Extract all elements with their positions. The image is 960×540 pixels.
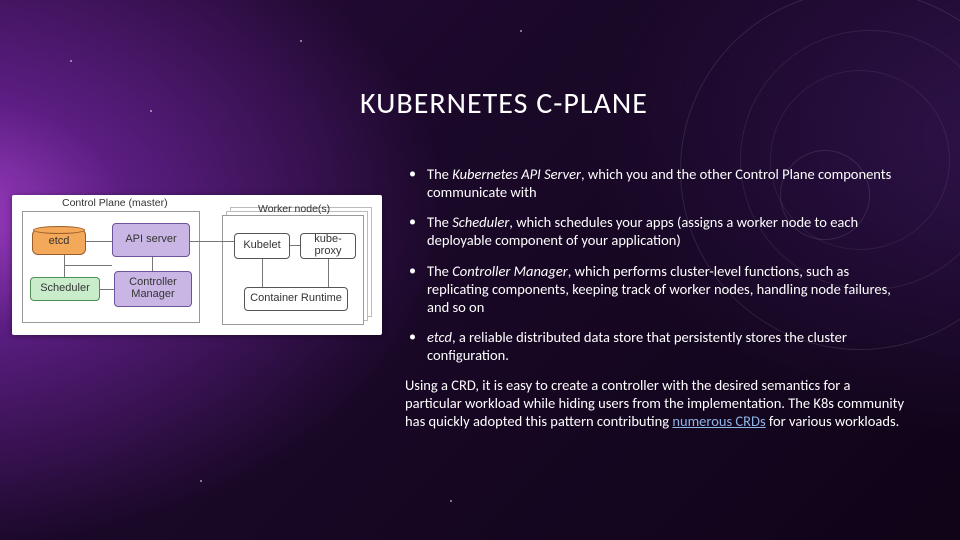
scheduler-label: Scheduler (40, 283, 90, 295)
api-server-label: API server (125, 234, 176, 246)
connector-line (152, 257, 153, 271)
decor-star (150, 110, 152, 112)
bullet-item: The Scheduler, which schedules your apps… (405, 213, 910, 249)
decor-star (70, 60, 72, 62)
container-runtime-box: Container Runtime (244, 287, 348, 311)
control-plane-label: Control Plane (master) (62, 197, 168, 209)
footnote-paragraph: Using a CRD, it is easy to create a cont… (405, 376, 910, 430)
etcd-box: etcd (32, 229, 86, 255)
connector-line (262, 259, 263, 287)
connector-line (86, 241, 112, 242)
bullet-rest: , a reliable distributed data store that… (427, 328, 847, 364)
bullet-item: The Controller Manager, which performs c… (405, 262, 910, 316)
decor-star (450, 500, 452, 502)
kube-proxy-box: kube-proxy (300, 233, 356, 259)
decor-star (520, 30, 522, 32)
bullet-item: etcd, a reliable distributed data store … (405, 328, 910, 364)
numerous-crds-link[interactable]: numerous CRDs (672, 412, 765, 430)
container-runtime-label: Container Runtime (250, 293, 342, 305)
connector-line (290, 245, 300, 246)
controller-manager-box: Controller Manager (114, 271, 192, 307)
slide-title: KUBERNETES C-PLANE (360, 85, 648, 122)
kubelet-label: Kubelet (243, 240, 280, 252)
scheduler-box: Scheduler (30, 277, 100, 301)
architecture-diagram: Control Plane (master) etcd API server S… (12, 195, 382, 335)
footnote-post: for various workloads. (766, 412, 900, 430)
kubelet-box: Kubelet (234, 233, 290, 259)
worker-nodes-label: Worker node(s) (258, 203, 330, 215)
connector-line (190, 241, 234, 242)
bullet-term: Controller Manager (452, 262, 568, 280)
bullet-term: etcd (427, 328, 452, 346)
bullet-term: Scheduler (452, 213, 509, 231)
kube-proxy-label: kube-proxy (305, 234, 351, 257)
cylinder-top-icon (33, 226, 85, 234)
bullet-item: The Kubernetes API Server, which you and… (405, 165, 910, 201)
controller-manager-label: Controller Manager (119, 277, 187, 300)
api-server-box: API server (112, 223, 190, 257)
slide-body: The Kubernetes API Server, which you and… (405, 165, 910, 431)
connector-line (100, 289, 114, 290)
decor-star (200, 480, 202, 482)
connector-line (64, 265, 112, 266)
bullet-term: Kubernetes API Server (452, 165, 581, 183)
decor-star (300, 40, 302, 42)
connector-line (328, 259, 329, 287)
connector-line (64, 255, 65, 277)
bullet-list: The Kubernetes API Server, which you and… (405, 165, 910, 364)
etcd-label: etcd (49, 236, 70, 248)
